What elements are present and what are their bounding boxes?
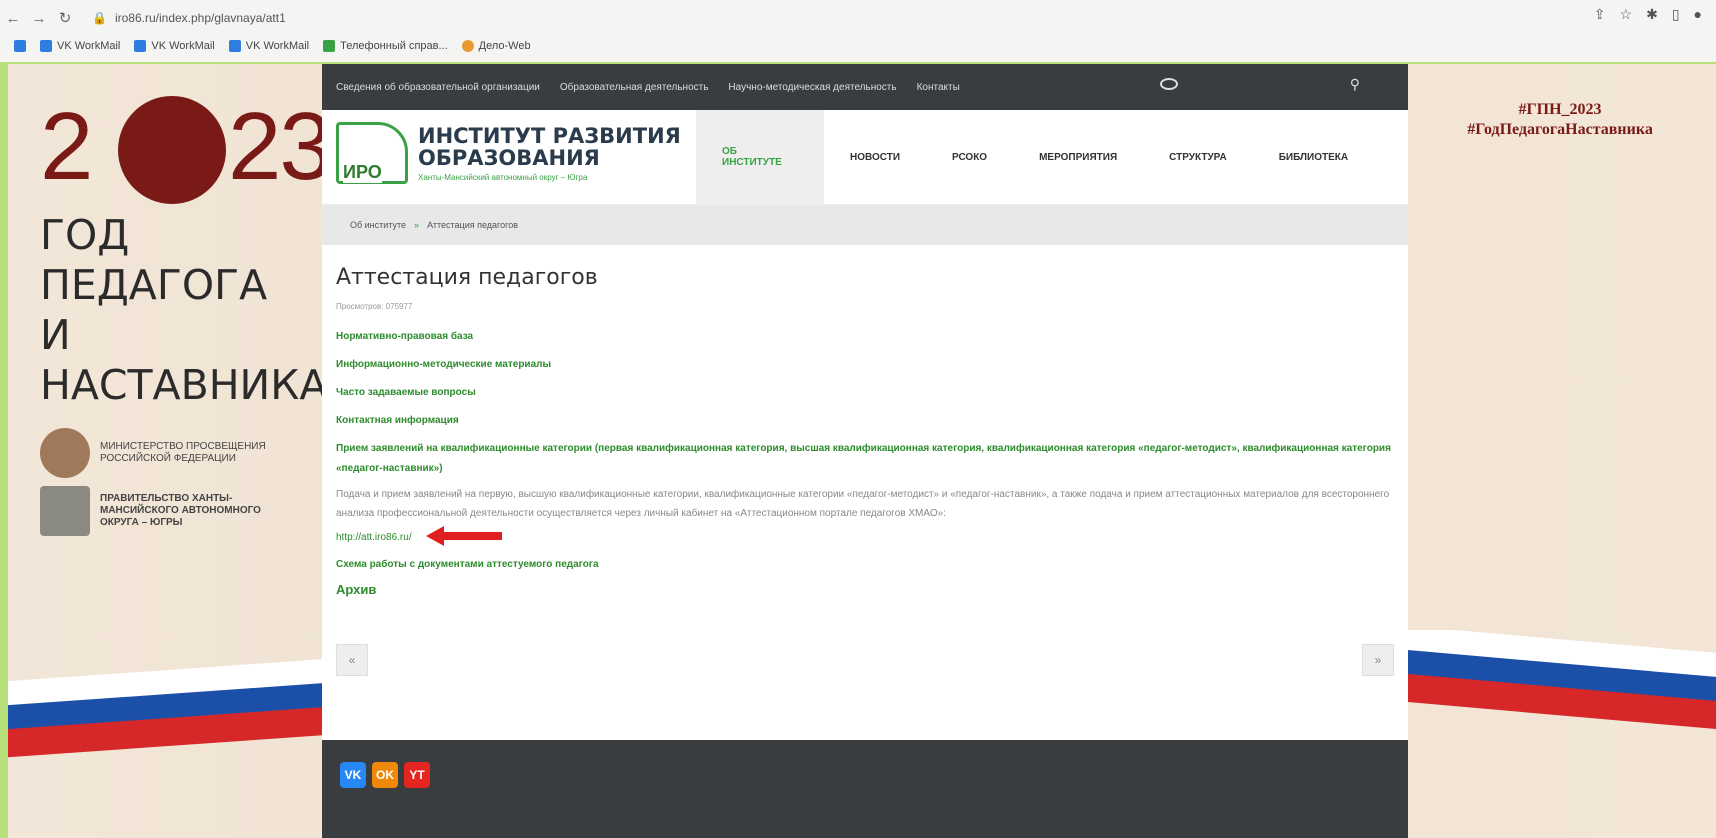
pelican-emblem-icon — [118, 96, 226, 204]
mail-icon — [228, 40, 241, 52]
breadcrumb-current: Аттестация педагогов — [427, 220, 519, 230]
yugra-emblem-icon — [40, 486, 90, 536]
government-row: ПРАВИТЕЛЬСТВО ХАНТЫ-МАНСИЙСКОГО АВТОНОМН… — [40, 486, 310, 536]
star-icon[interactable]: ☆ — [1620, 6, 1633, 23]
menu-item-library[interactable]: БИБЛИОТЕКА — [1253, 110, 1374, 204]
bookmark-item[interactable]: Дело-Web — [461, 40, 531, 52]
bookmark-item[interactable]: VK WorkMail — [228, 40, 309, 52]
vk-icon[interactable]: VK — [340, 762, 366, 788]
menu-item-events[interactable]: МЕРОПРИЯТИЯ — [1013, 110, 1143, 204]
topnav-item[interactable]: Контакты — [917, 82, 960, 93]
apps-icon — [14, 40, 26, 52]
mail-icon — [134, 40, 147, 52]
odnoklassniki-icon[interactable]: OK — [372, 762, 398, 788]
link-contacts[interactable]: Контактная информация — [336, 415, 1394, 426]
topnav-item[interactable]: Сведения об образовательной организации — [336, 82, 540, 93]
top-nav: Сведения об образовательной организации … — [322, 64, 1408, 110]
bookmarks-bar: VK WorkMail VK WorkMail VK WorkMail Теле… — [0, 34, 1716, 58]
link-list: Нормативно-правовая база Информационно-м… — [336, 331, 1394, 479]
main-content: Аттестация педагогов Просмотров: 075977 … — [322, 245, 1408, 597]
flag-ribbon-left — [8, 650, 328, 760]
share-icon[interactable]: ⇪ — [1594, 6, 1606, 23]
bookmark-item[interactable]: VK WorkMail — [40, 40, 120, 52]
description-text: Подача и прием заявлений на первую, высш… — [336, 489, 1390, 519]
menu-item-about[interactable]: ОБ ИНСТИТУТЕ — [696, 110, 824, 204]
site-header: ИРО ИНСТИТУТ РАЗВИТИЯ ОБРАЗОВАНИЯ Ханты-… — [322, 110, 1408, 205]
flag-ribbon-right — [1408, 630, 1716, 740]
main-menu: ОБ ИНСТИТУТЕ НОВОСТИ РСОКО МЕРОПРИЯТИЯ С… — [696, 110, 1374, 204]
link-scheme[interactable]: Схема работы с документами аттестуемого … — [336, 559, 1394, 570]
menu-item-news[interactable]: НОВОСТИ — [824, 110, 926, 204]
address-bar-row: ← → ↻ 🔒 iro86.ru/index.php/glavnaya/att1 — [0, 4, 1716, 32]
youtube-icon[interactable]: YT — [404, 762, 430, 788]
back-icon[interactable]: ← — [0, 10, 26, 27]
phone-book-icon — [323, 40, 336, 52]
topnav-item[interactable]: Научно-методическая деятельность — [728, 82, 896, 93]
breadcrumb: Об институте » Аттестация педагогов — [322, 205, 1408, 245]
site-footer: VK OK YT — [322, 740, 1408, 838]
forward-icon[interactable]: → — [26, 10, 52, 27]
prev-page-button[interactable]: « — [336, 644, 368, 676]
browser-chrome: ← → ↻ 🔒 iro86.ru/index.php/glavnaya/att1… — [0, 0, 1716, 62]
link-faq[interactable]: Часто задаваемые вопросы — [336, 387, 1394, 398]
ministry-row: МИНИСТЕРСТВО ПРОСВЕЩЕНИЯ РОССИЙСКОЙ ФЕДЕ… — [40, 428, 310, 478]
profile-icon[interactable]: ● — [1694, 6, 1702, 23]
sidebar-icon[interactable]: ▯ — [1672, 6, 1680, 23]
banner-title: ГОД ПЕДАГОГА И НАСТАВНИКА — [40, 211, 328, 409]
left-banner: 2 23 ГОД ПЕДАГОГА И НАСТАВНИКА МИНИСТЕРС… — [40, 93, 333, 536]
year-logo: 2 23 — [40, 93, 333, 210]
archive-link[interactable]: Архив — [336, 582, 1394, 597]
coat-of-arms-icon — [40, 428, 90, 478]
link-application[interactable]: Прием заявлений на квалификационные кате… — [336, 439, 1394, 479]
link-normative-base[interactable]: Нормативно-правовая база — [336, 331, 1394, 342]
breadcrumb-home[interactable]: Об институте — [350, 220, 406, 230]
right-banner: #ГПН_2023 #ГодПедагогаНаставника — [1467, 101, 1653, 138]
social-links: VK OK YT — [340, 762, 430, 788]
mail-icon — [40, 40, 52, 52]
logo-mark-icon: ИРО — [336, 122, 408, 184]
link-methodical-materials[interactable]: Информационно-методические материалы — [336, 359, 1394, 370]
address-bar[interactable]: iro86.ru/index.php/glavnaya/att1 — [115, 11, 286, 25]
bookmark-item[interactable]: VK WorkMail — [134, 40, 215, 52]
breadcrumb-separator-icon: » — [414, 220, 420, 230]
delo-icon — [461, 40, 474, 52]
menu-item-structure[interactable]: СТРУКТУРА — [1143, 110, 1253, 204]
extensions-icon[interactable]: ✱ — [1646, 6, 1658, 23]
bookmark-apps[interactable] — [14, 40, 26, 52]
red-arrow-icon — [426, 526, 503, 546]
lock-icon[interactable]: 🔒 — [92, 11, 107, 25]
next-page-button[interactable]: » — [1362, 644, 1394, 676]
view-count: Просмотров: 075977 — [336, 302, 413, 311]
accessibility-eye-icon[interactable] — [1160, 78, 1178, 90]
menu-item-rsoko[interactable]: РСОКО — [926, 110, 1013, 204]
pagination: « » — [336, 644, 1394, 676]
search-icon[interactable]: ⚲ — [1350, 76, 1360, 93]
site-logo[interactable]: ИРО ИНСТИТУТ РАЗВИТИЯ ОБРАЗОВАНИЯ Ханты-… — [336, 122, 681, 184]
bookmark-item[interactable]: Телефонный справ... — [323, 40, 448, 52]
page-title: Аттестация педагогов — [336, 265, 598, 290]
reload-icon[interactable]: ↻ — [52, 9, 78, 27]
site-container: Сведения об образовательной организации … — [322, 64, 1408, 838]
portal-link[interactable]: http://att.iro86.ru/ — [336, 532, 412, 543]
browser-actions: ⇪ ☆ ✱ ▯ ● — [1594, 6, 1702, 23]
topnav-item[interactable]: Образовательная деятельность — [560, 82, 709, 93]
